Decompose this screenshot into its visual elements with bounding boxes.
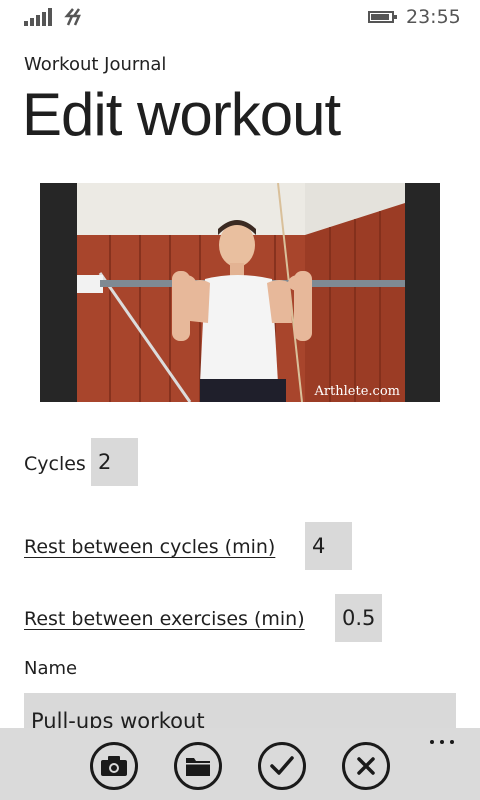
cycles-input[interactable] [91, 438, 138, 486]
cancel-button[interactable] [342, 742, 390, 790]
camera-icon [101, 756, 127, 776]
rest-between-exercises-input[interactable] [335, 594, 382, 642]
name-label: Name [24, 658, 78, 679]
folder-icon [186, 758, 210, 776]
battery-icon [368, 11, 397, 23]
page-title: Edit workout [22, 81, 341, 148]
photo-caption: Arthlete.com [314, 384, 400, 399]
workout-photo[interactable]: Arthlete.com [40, 183, 440, 402]
status-bar: 23:55 [0, 0, 480, 34]
data-connection-icon [64, 8, 84, 26]
signal-strength-icon [24, 8, 54, 26]
checkmark-icon [270, 756, 294, 775]
app-title: Workout Journal [24, 54, 167, 75]
cancel-icon [357, 757, 375, 775]
save-button[interactable] [258, 742, 306, 790]
rest-between-cycles-label[interactable]: Rest between cycles (min) [24, 536, 275, 558]
workout-photo-image [40, 183, 440, 402]
rest-between-cycles-input[interactable] [305, 522, 352, 570]
folder-button[interactable] [174, 742, 222, 790]
app-bar [0, 728, 480, 800]
rest-between-exercises-label[interactable]: Rest between exercises (min) [24, 608, 305, 630]
more-options-icon[interactable] [428, 736, 460, 748]
cycles-label: Cycles [24, 453, 86, 475]
status-time: 23:55 [406, 6, 461, 28]
camera-button[interactable] [90, 742, 138, 790]
